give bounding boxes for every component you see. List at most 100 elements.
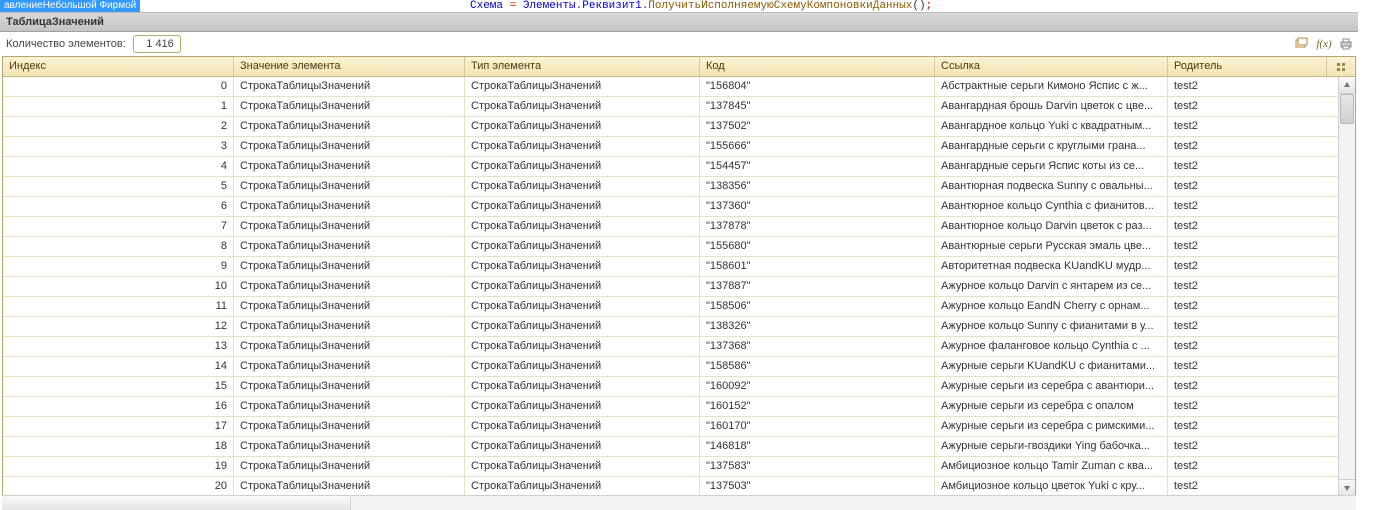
table-row[interactable]: 17СтрокаТаблицыЗначенийСтрокаТаблицыЗнач… <box>3 417 1339 437</box>
cell-type: СтрокаТаблицыЗначений <box>465 457 700 476</box>
scroll-thumb[interactable] <box>1340 94 1354 124</box>
scroll-track[interactable] <box>1339 94 1355 479</box>
cell-value: СтрокаТаблицыЗначений <box>234 437 465 456</box>
column-header-index[interactable]: Индекс <box>3 57 234 76</box>
table-row[interactable]: 5СтрокаТаблицыЗначенийСтрокаТаблицыЗначе… <box>3 177 1339 197</box>
table-row[interactable]: 19СтрокаТаблицыЗначенийСтрокаТаблицыЗнач… <box>3 457 1339 477</box>
cell-link: Ажурное кольцо Sunny с фианитами в у... <box>935 317 1168 336</box>
element-count-line: Количество элементов: 1 416 <box>0 33 1358 55</box>
cell-index: 8 <box>3 237 234 256</box>
column-header-code[interactable]: Код <box>700 57 935 76</box>
horizontal-scrollbar[interactable] <box>2 495 1356 510</box>
table-row[interactable]: 0СтрокаТаблицыЗначенийСтрокаТаблицыЗначе… <box>3 77 1339 97</box>
cell-type: СтрокаТаблицыЗначений <box>465 417 700 436</box>
table-row[interactable]: 11СтрокаТаблицыЗначенийСтрокаТаблицыЗнач… <box>3 297 1339 317</box>
cell-index: 0 <box>3 77 234 96</box>
cell-code: "137360" <box>700 197 935 216</box>
cell-value: СтрокаТаблицыЗначений <box>234 417 465 436</box>
column-header-value[interactable]: Значение элемента <box>234 57 465 76</box>
cell-index: 1 <box>3 97 234 116</box>
cell-parent: test2 <box>1168 477 1339 496</box>
table-row[interactable]: 18СтрокаТаблицыЗначенийСтрокаТаблицыЗнач… <box>3 437 1339 457</box>
cell-value: СтрокаТаблицыЗначений <box>234 97 465 116</box>
element-count-input[interactable]: 1 416 <box>133 35 181 53</box>
column-header-link[interactable]: Ссылка <box>935 57 1168 76</box>
table-row[interactable]: 1СтрокаТаблицыЗначенийСтрокаТаблицыЗначе… <box>3 97 1339 117</box>
cell-link: Ажурные серьги-гвоздики Ying бабочка... <box>935 437 1168 456</box>
cell-parent: test2 <box>1168 77 1339 96</box>
table-row[interactable]: 12СтрокаТаблицыЗначенийСтрокаТаблицыЗнач… <box>3 317 1339 337</box>
table-row[interactable]: 2СтрокаТаблицыЗначенийСтрокаТаблицыЗначе… <box>3 117 1339 137</box>
cell-index: 5 <box>3 177 234 196</box>
cell-parent: test2 <box>1168 437 1339 456</box>
cell-code: "158601" <box>700 257 935 276</box>
cell-index: 16 <box>3 397 234 416</box>
cell-index: 19 <box>3 457 234 476</box>
cell-value: СтрокаТаблицыЗначений <box>234 257 465 276</box>
table-row[interactable]: 8СтрокаТаблицыЗначенийСтрокаТаблицыЗначе… <box>3 237 1339 257</box>
column-header-type[interactable]: Тип элемента <box>465 57 700 76</box>
cell-value: СтрокаТаблицыЗначений <box>234 457 465 476</box>
fx-icon[interactable]: f(x) <box>1316 36 1332 52</box>
cell-link: Ажурные серьги из серебра с опалом <box>935 397 1168 416</box>
column-config-icon[interactable] <box>1327 57 1355 76</box>
table-row[interactable]: 14СтрокаТаблицыЗначенийСтрокаТаблицыЗнач… <box>3 357 1339 377</box>
cell-index: 18 <box>3 437 234 456</box>
cell-value: СтрокаТаблицыЗначений <box>234 197 465 216</box>
cell-code: "160152" <box>700 397 935 416</box>
cell-link: Ажурные серьги из серебра с авантюри... <box>935 377 1168 396</box>
cell-code: "160092" <box>700 377 935 396</box>
print-icon[interactable] <box>1338 36 1354 52</box>
panel-title: ТаблицаЗначений <box>0 12 1358 32</box>
scroll-down-arrow-icon[interactable] <box>1339 479 1355 496</box>
table-row[interactable]: 20СтрокаТаблицыЗначенийСтрокаТаблицыЗнач… <box>3 477 1339 496</box>
table-row[interactable]: 3СтрокаТаблицыЗначенийСтрокаТаблицыЗначе… <box>3 137 1339 157</box>
vertical-scrollbar[interactable] <box>1338 77 1355 496</box>
cell-index: 13 <box>3 337 234 356</box>
cell-parent: test2 <box>1168 97 1339 116</box>
cell-code: "138326" <box>700 317 935 336</box>
cell-code: "137845" <box>700 97 935 116</box>
cell-value: СтрокаТаблицыЗначений <box>234 357 465 376</box>
cell-value: СтрокаТаблицыЗначений <box>234 137 465 156</box>
cell-code: "137583" <box>700 457 935 476</box>
cell-value: СтрокаТаблицыЗначений <box>234 157 465 176</box>
value-table: Индекс Значение элемента Тип элемента Ко… <box>2 56 1356 496</box>
cell-type: СтрокаТаблицыЗначений <box>465 477 700 496</box>
cell-link: Абстрактные серьги Кимоно Яспис с ж... <box>935 77 1168 96</box>
cell-link: Ажурное кольцо Darvin с янтарем из се... <box>935 277 1168 296</box>
cell-index: 3 <box>3 137 234 156</box>
cards-icon[interactable] <box>1294 36 1310 52</box>
table-row[interactable]: 7СтрокаТаблицыЗначенийСтрокаТаблицыЗначе… <box>3 217 1339 237</box>
cell-index: 17 <box>3 417 234 436</box>
cell-parent: test2 <box>1168 117 1339 136</box>
table-row[interactable]: 9СтрокаТаблицыЗначенийСтрокаТаблицыЗначе… <box>3 257 1339 277</box>
cell-code: "137887" <box>700 277 935 296</box>
cell-code: "155666" <box>700 137 935 156</box>
cell-parent: test2 <box>1168 197 1339 216</box>
cell-value: СтрокаТаблицыЗначений <box>234 337 465 356</box>
cell-link: Авторитетная подвеска KUandKU мудр... <box>935 257 1168 276</box>
cell-index: 15 <box>3 377 234 396</box>
cell-value: СтрокаТаблицыЗначений <box>234 77 465 96</box>
cell-link: Авангардная брошь Darvin цветок с цве... <box>935 97 1168 116</box>
cell-type: СтрокаТаблицыЗначений <box>465 197 700 216</box>
table-row[interactable]: 6СтрокаТаблицыЗначенийСтрокаТаблицыЗначе… <box>3 197 1339 217</box>
cell-value: СтрокаТаблицыЗначений <box>234 297 465 316</box>
cell-code: "155680" <box>700 237 935 256</box>
table-row[interactable]: 4СтрокаТаблицыЗначенийСтрокаТаблицыЗначе… <box>3 157 1339 177</box>
cell-value: СтрокаТаблицыЗначений <box>234 317 465 336</box>
table-header: Индекс Значение элемента Тип элемента Ко… <box>3 57 1355 77</box>
cell-link: Авангардное кольцо Yuki с квадратным... <box>935 117 1168 136</box>
scroll-up-arrow-icon[interactable] <box>1339 77 1355 94</box>
cell-link: Авангардные серьги с круглыми грана... <box>935 137 1168 156</box>
table-row[interactable]: 10СтрокаТаблицыЗначенийСтрокаТаблицыЗнач… <box>3 277 1339 297</box>
table-row[interactable]: 15СтрокаТаблицыЗначенийСтрокаТаблицыЗнач… <box>3 377 1339 397</box>
table-row[interactable]: 13СтрокаТаблицыЗначенийСтрокаТаблицыЗнач… <box>3 337 1339 357</box>
cell-type: СтрокаТаблицыЗначений <box>465 77 700 96</box>
cell-index: 2 <box>3 117 234 136</box>
column-header-parent[interactable]: Родитель <box>1168 57 1327 76</box>
table-row[interactable]: 16СтрокаТаблицыЗначенийСтрокаТаблицыЗнач… <box>3 397 1339 417</box>
cell-value: СтрокаТаблицыЗначений <box>234 237 465 256</box>
cell-type: СтрокаТаблицыЗначений <box>465 357 700 376</box>
